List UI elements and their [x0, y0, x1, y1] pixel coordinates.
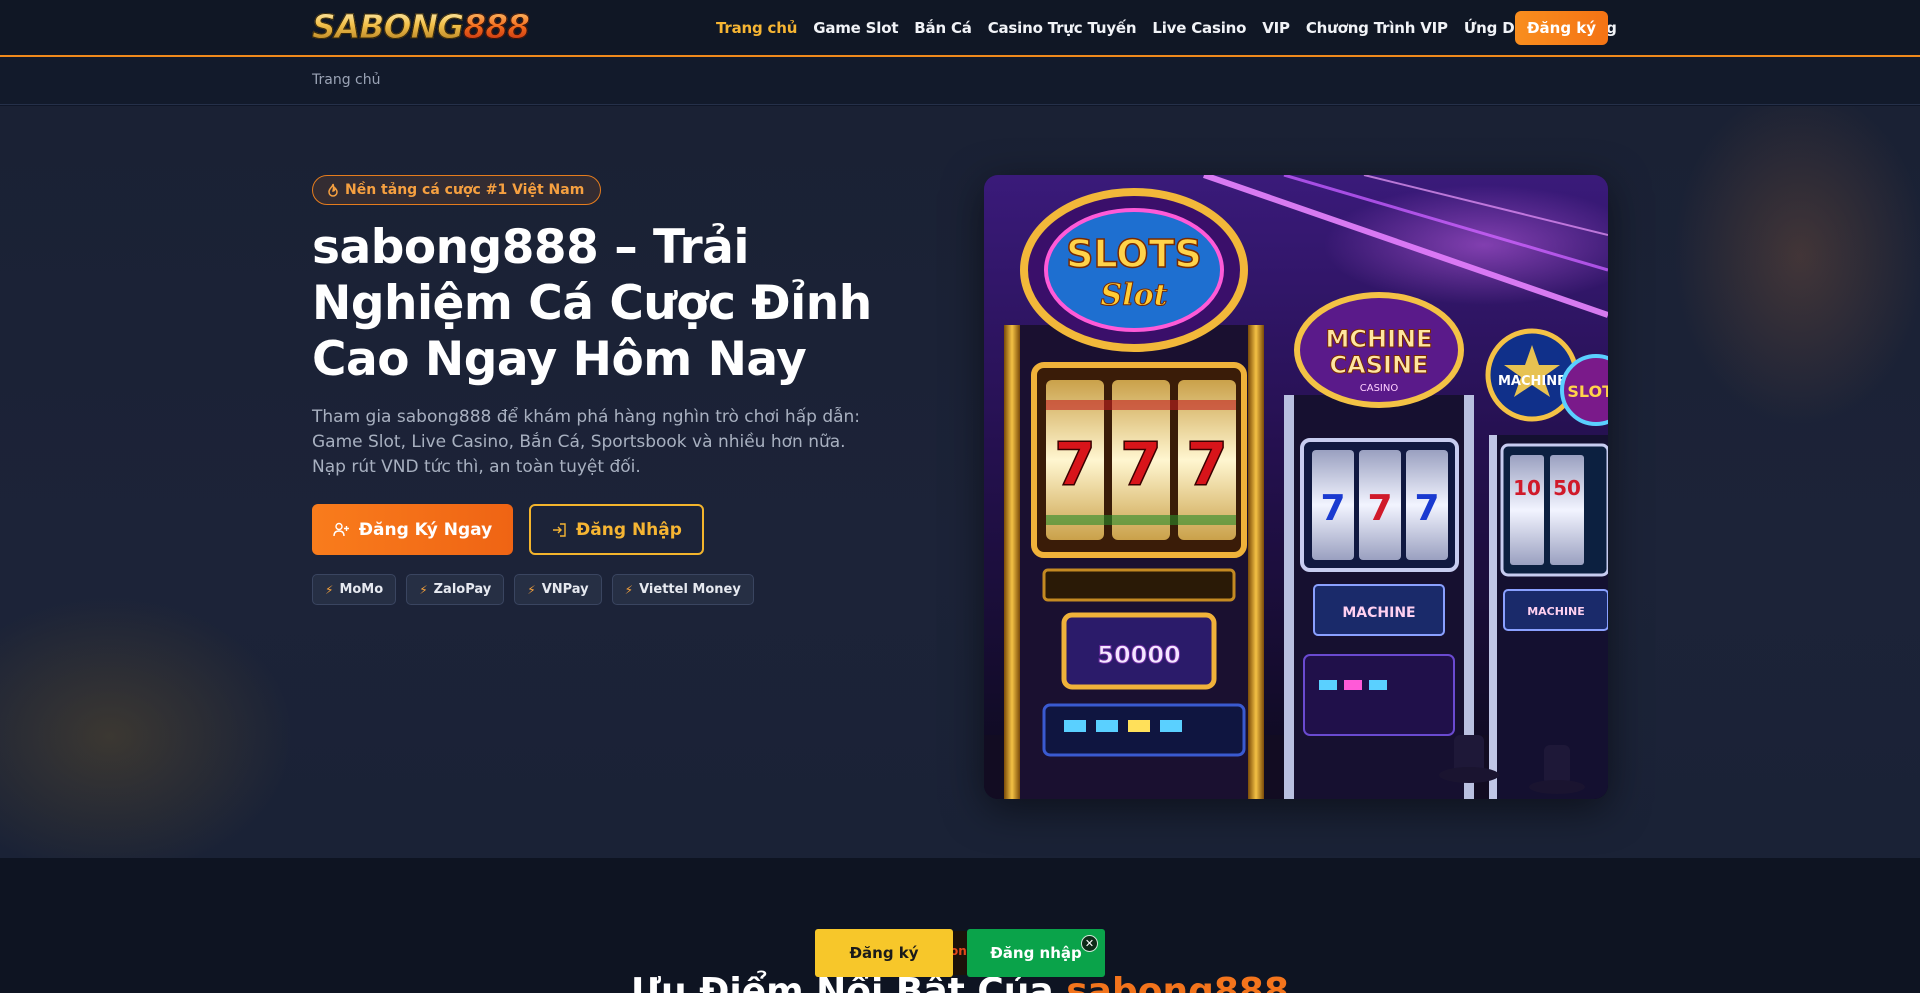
user-plus-icon: [333, 522, 349, 537]
credit-display: 50000: [1097, 641, 1181, 669]
machine-sign-text: MCHINE: [1326, 325, 1433, 353]
sticky-banner-strip: on: [953, 931, 967, 975]
slot-sign-text: SLOTS: [1066, 232, 1202, 276]
svg-text:7: 7: [1367, 488, 1392, 529]
hero-badge-text: Nền tảng cá cược #1 Việt Nam: [345, 182, 585, 198]
breadcrumb-home[interactable]: Trang chủ: [312, 72, 380, 88]
payment-chip-zalopay: ⚡ ZaloPay: [406, 574, 505, 605]
payment-label: Viettel Money: [639, 582, 741, 597]
payment-chip-vnpay: ⚡ VNPay: [514, 574, 602, 605]
bolt-icon: ⚡: [624, 582, 634, 597]
bolt-icon: ⚡: [419, 582, 428, 597]
hero-section: [0, 106, 1920, 858]
payment-label: VNPay: [541, 582, 589, 597]
svg-text:7: 7: [1414, 488, 1439, 529]
slot-sign-script: Slot: [1101, 278, 1168, 313]
svg-text:10: 10: [1513, 476, 1541, 500]
nav-item-vip[interactable]: VIP: [1262, 19, 1290, 37]
login-button[interactable]: Đăng Nhập: [529, 504, 704, 555]
hero-image-slot-machines: SLOTS Slot 7 7 7 50000 MCHINE CASINE CAS…: [984, 175, 1608, 799]
slot-machines-illustration: SLOTS Slot 7 7 7 50000 MCHINE CASINE CAS…: [984, 175, 1608, 799]
hero-title: sabong888 – Trải Nghiệm Cá Cược Đỉnh Cao…: [312, 220, 872, 387]
header-register-button[interactable]: Đăng ký: [1515, 11, 1608, 45]
login-icon: [553, 522, 566, 537]
bolt-icon: ⚡: [325, 582, 334, 597]
site-header: SABONG888 Trang chủ Game Slot Bắn Cá Cas…: [0, 0, 1920, 57]
logo-number: 888: [463, 7, 531, 46]
svg-text:50: 50: [1553, 476, 1581, 500]
payment-label: MoMo: [339, 582, 384, 597]
main-nav: Trang chủ Game Slot Bắn Cá Casino Trực T…: [716, 0, 1633, 55]
nav-item-vip-program[interactable]: Chương Trình VIP: [1306, 19, 1448, 37]
breadcrumb-bar: Trang chủ: [0, 57, 1920, 105]
reel-symbol: 7: [1054, 430, 1096, 500]
hero-description: Tham gia sabong888 để khám phá hàng nghì…: [312, 407, 861, 477]
login-label: Đăng Nhập: [576, 519, 682, 540]
sticky-banner-text: on: [953, 944, 967, 958]
payment-label: ZaloPay: [433, 582, 492, 597]
machine-panel-text: MACHINE: [1342, 605, 1415, 621]
fire-icon: [328, 183, 338, 197]
machine-panel-text: MACHINE: [1527, 605, 1585, 618]
payment-methods: ⚡ MoMo ⚡ ZaloPay ⚡ VNPay ⚡ Viettel Money: [312, 574, 754, 605]
bolt-icon: ⚡: [527, 582, 536, 597]
svg-text:7: 7: [1320, 488, 1345, 529]
register-now-button[interactable]: Đăng Ký Ngay: [312, 504, 513, 555]
nav-item-ban-ca[interactable]: Bắn Cá: [914, 19, 972, 37]
nav-item-game-slot[interactable]: Game Slot: [813, 19, 898, 37]
register-now-label: Đăng Ký Ngay: [358, 519, 493, 540]
reel-symbol: 7: [1120, 430, 1162, 500]
site-logo[interactable]: SABONG888: [311, 7, 531, 46]
payment-chip-momo: ⚡ MoMo: [312, 574, 397, 605]
nav-item-casino[interactable]: Casino Trực Tuyến: [988, 19, 1137, 37]
payment-chip-viettel-money: ⚡ Viettel Money: [611, 574, 754, 605]
logo-text: SABONG: [311, 7, 464, 46]
nav-item-home[interactable]: Trang chủ: [716, 19, 797, 37]
machine-sign-text: CASINE: [1330, 351, 1429, 379]
hero-badge: Nền tảng cá cược #1 Việt Nam: [312, 175, 602, 205]
nav-item-live-casino[interactable]: Live Casino: [1152, 19, 1246, 37]
sticky-register-button[interactable]: Đăng ký: [815, 929, 953, 977]
machine-sign-subtext: CASINO: [1360, 383, 1399, 394]
close-icon[interactable]: ✕: [1081, 935, 1098, 952]
reel-symbol: 7: [1186, 430, 1228, 500]
machine-sign-text: MACHINE: [1498, 374, 1566, 389]
machine-sign-text: SLOTS: [1567, 382, 1608, 401]
